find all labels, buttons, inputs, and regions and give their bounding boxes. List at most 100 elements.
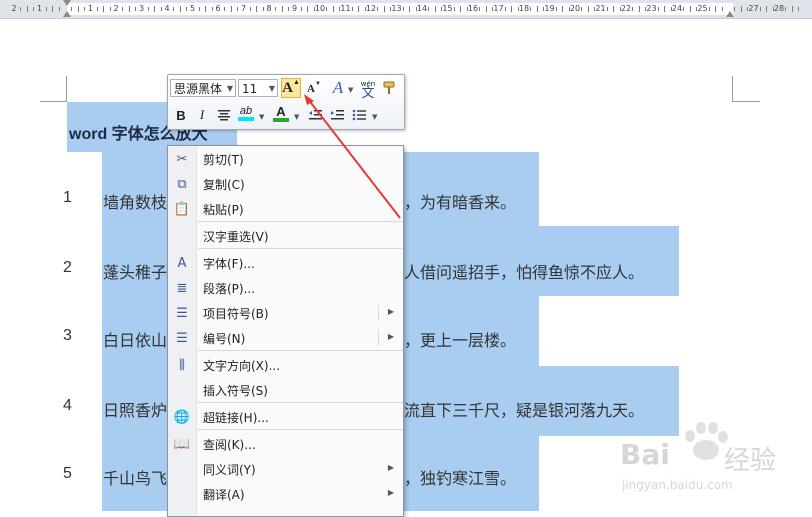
ruler-number: 4 [164, 4, 170, 13]
ruler-tick [632, 7, 634, 11]
ruler-tick [530, 7, 532, 11]
ruler-number: 15 [442, 4, 453, 13]
ruler-tick [71, 7, 73, 11]
poem-line-right[interactable]: 人借问遥招手，怕得鱼惊不应人。 [404, 259, 644, 283]
poem-line-left[interactable]: 白日依山 [103, 327, 167, 351]
first-line-indent-marker[interactable] [63, 0, 71, 6]
split-divider [378, 330, 379, 346]
center-align-icon[interactable] [214, 105, 234, 125]
chevron-down-icon[interactable]: ▼ [348, 86, 353, 94]
italic-button[interactable]: I [192, 105, 212, 125]
ruler-tick [288, 7, 290, 11]
ruler-tick [383, 6, 385, 12]
menu-item[interactable]: ⫼ 文字方向(X)... [168, 353, 403, 377]
decrease-indent-icon[interactable] [305, 105, 325, 125]
ruler-number: 6 [215, 4, 221, 13]
ruler-tick [249, 7, 251, 11]
ruler-number: 24 [671, 4, 683, 13]
poem-line-left[interactable]: 日照香炉 [103, 397, 167, 421]
ruler-tick [205, 6, 207, 12]
grow-font-button[interactable]: A ▲ [281, 78, 301, 98]
increase-indent-icon[interactable] [327, 105, 347, 125]
menu-item-label: 同义词(Y) [203, 463, 256, 477]
horizontal-ruler[interactable]: 2 1 1 2 3 4 5 6 7 8 9 10 11 12 13 14 15 16 17 18 19 20 21 22 23 2… [0, 0, 812, 19]
poem-line-right[interactable]: ，更上一层楼。 [404, 327, 516, 351]
chevron-down-icon[interactable]: ▼ [259, 113, 264, 121]
menu-item[interactable]: ⧉ 复制(C) [168, 172, 403, 196]
page-corner-mark-right [732, 101, 760, 102]
chevron-down-icon[interactable]: ▼ [294, 113, 299, 121]
highlight-color-swatch [238, 117, 254, 121]
ruler-tick [587, 6, 589, 12]
ruler-tick [511, 6, 513, 12]
ruler-tick [453, 7, 455, 11]
menu-item[interactable]: ☰ 项目符号(B) ▶ [168, 301, 403, 325]
menu-item[interactable]: A 字体(F)... [168, 251, 403, 275]
right-indent-marker[interactable] [726, 11, 734, 17]
styles-button[interactable]: A [328, 78, 348, 98]
hyperlink-icon: 🌐 [173, 409, 191, 425]
submenu-arrow-icon: ▶ [387, 463, 394, 472]
ruler-tick [173, 7, 175, 11]
menu-item[interactable]: 翻译(A) ▶ [168, 482, 403, 506]
menu-item[interactable]: 📖 查阅(K)... [168, 432, 403, 456]
ruler-number: 1 [87, 4, 94, 13]
shrink-font-button[interactable]: A ▼ [304, 79, 324, 99]
ruler-tick [256, 6, 258, 12]
context-menu: ✂ 剪切(T) ⧉ 复制(C) 📋 粘贴(P) 汉字重选(V) A 字体(F)... ≣ 段落(P)… [167, 145, 404, 517]
left-indent-marker[interactable] [63, 11, 71, 17]
poem-line-left[interactable]: 蓬头稚子 [103, 259, 167, 283]
phonetic-guide-button[interactable]: wén 文 [358, 77, 378, 101]
ruler-number: 14 [416, 4, 428, 13]
ruler-number: 5 [189, 4, 196, 13]
menu-item[interactable]: ≣ 段落(P)... [168, 276, 403, 300]
poem-line-right[interactable]: ，为有暗香来。 [404, 189, 516, 213]
ruler-tick [20, 7, 22, 11]
menu-item[interactable]: 📋 粘贴(P) [168, 197, 403, 221]
styles-label: A [332, 78, 344, 97]
ruler-number: 17 [493, 4, 504, 13]
menu-item[interactable]: ☰ 编号(N) ▶ [168, 326, 403, 350]
ruler-tick [122, 7, 124, 11]
menu-item[interactable]: 同义词(Y) ▶ [168, 457, 403, 481]
bold-button[interactable]: B [171, 105, 191, 125]
poem-line-left[interactable]: 千山鸟飞 [103, 465, 167, 489]
line-number: 4 [63, 397, 72, 414]
chevron-down-icon[interactable]: ▼ [372, 113, 377, 121]
menu-item-label: 粘贴(P) [203, 203, 244, 217]
paste-icon: 📋 [173, 201, 191, 217]
font-size-combo[interactable]: 11 ▼ [238, 79, 278, 97]
submenu-arrow-icon: ▶ [387, 332, 394, 341]
menu-item[interactable]: 🌐 超链接(H)... [168, 405, 403, 429]
ruler-tick [332, 6, 334, 12]
baidu-jingyan-watermark: Bai 经验 jingyan.baidu.com [618, 420, 788, 510]
font-name-combo[interactable]: 思源黑体 ▼ [170, 79, 236, 97]
highlight-color-button[interactable]: ab [236, 103, 256, 123]
font-color-button[interactable]: A [271, 103, 291, 123]
ruler-number: 8 [266, 4, 272, 13]
ruler-tick [581, 7, 583, 11]
chevron-down-icon: ▼ [226, 84, 233, 93]
menu-item-label: 复制(C) [203, 178, 245, 192]
menu-item[interactable]: 插入符号(S) [168, 378, 403, 402]
watermark-url: jingyan.baidu.com [622, 478, 733, 492]
font-icon: A [177, 255, 187, 271]
bullets-icon[interactable] [349, 105, 369, 125]
ruler-tick [147, 7, 149, 11]
ruler-tick [664, 6, 666, 12]
scissors-icon: ✂ [176, 151, 188, 167]
ruler-number: 19 [544, 4, 555, 13]
page-corner-mark-left [66, 76, 67, 102]
menu-item[interactable]: 汉字重选(V) [168, 224, 403, 248]
format-painter-icon[interactable] [380, 78, 400, 98]
page-corner-mark-left [40, 101, 67, 102]
ruler-tick [460, 6, 462, 12]
menu-item[interactable]: ✂ 剪切(T) [168, 147, 403, 171]
poem-line-right[interactable]: ，独钓寒江雪。 [404, 465, 516, 489]
ruler-number: 27 [748, 4, 759, 13]
submenu-arrow-icon: ▶ [387, 307, 394, 316]
ruler-tick [409, 6, 411, 12]
poem-line-left[interactable]: 墙角数枝 [103, 189, 167, 213]
ruler-tick [307, 6, 309, 12]
poem-line-right[interactable]: 流直下三千尺，疑是银河落九天。 [404, 397, 644, 421]
